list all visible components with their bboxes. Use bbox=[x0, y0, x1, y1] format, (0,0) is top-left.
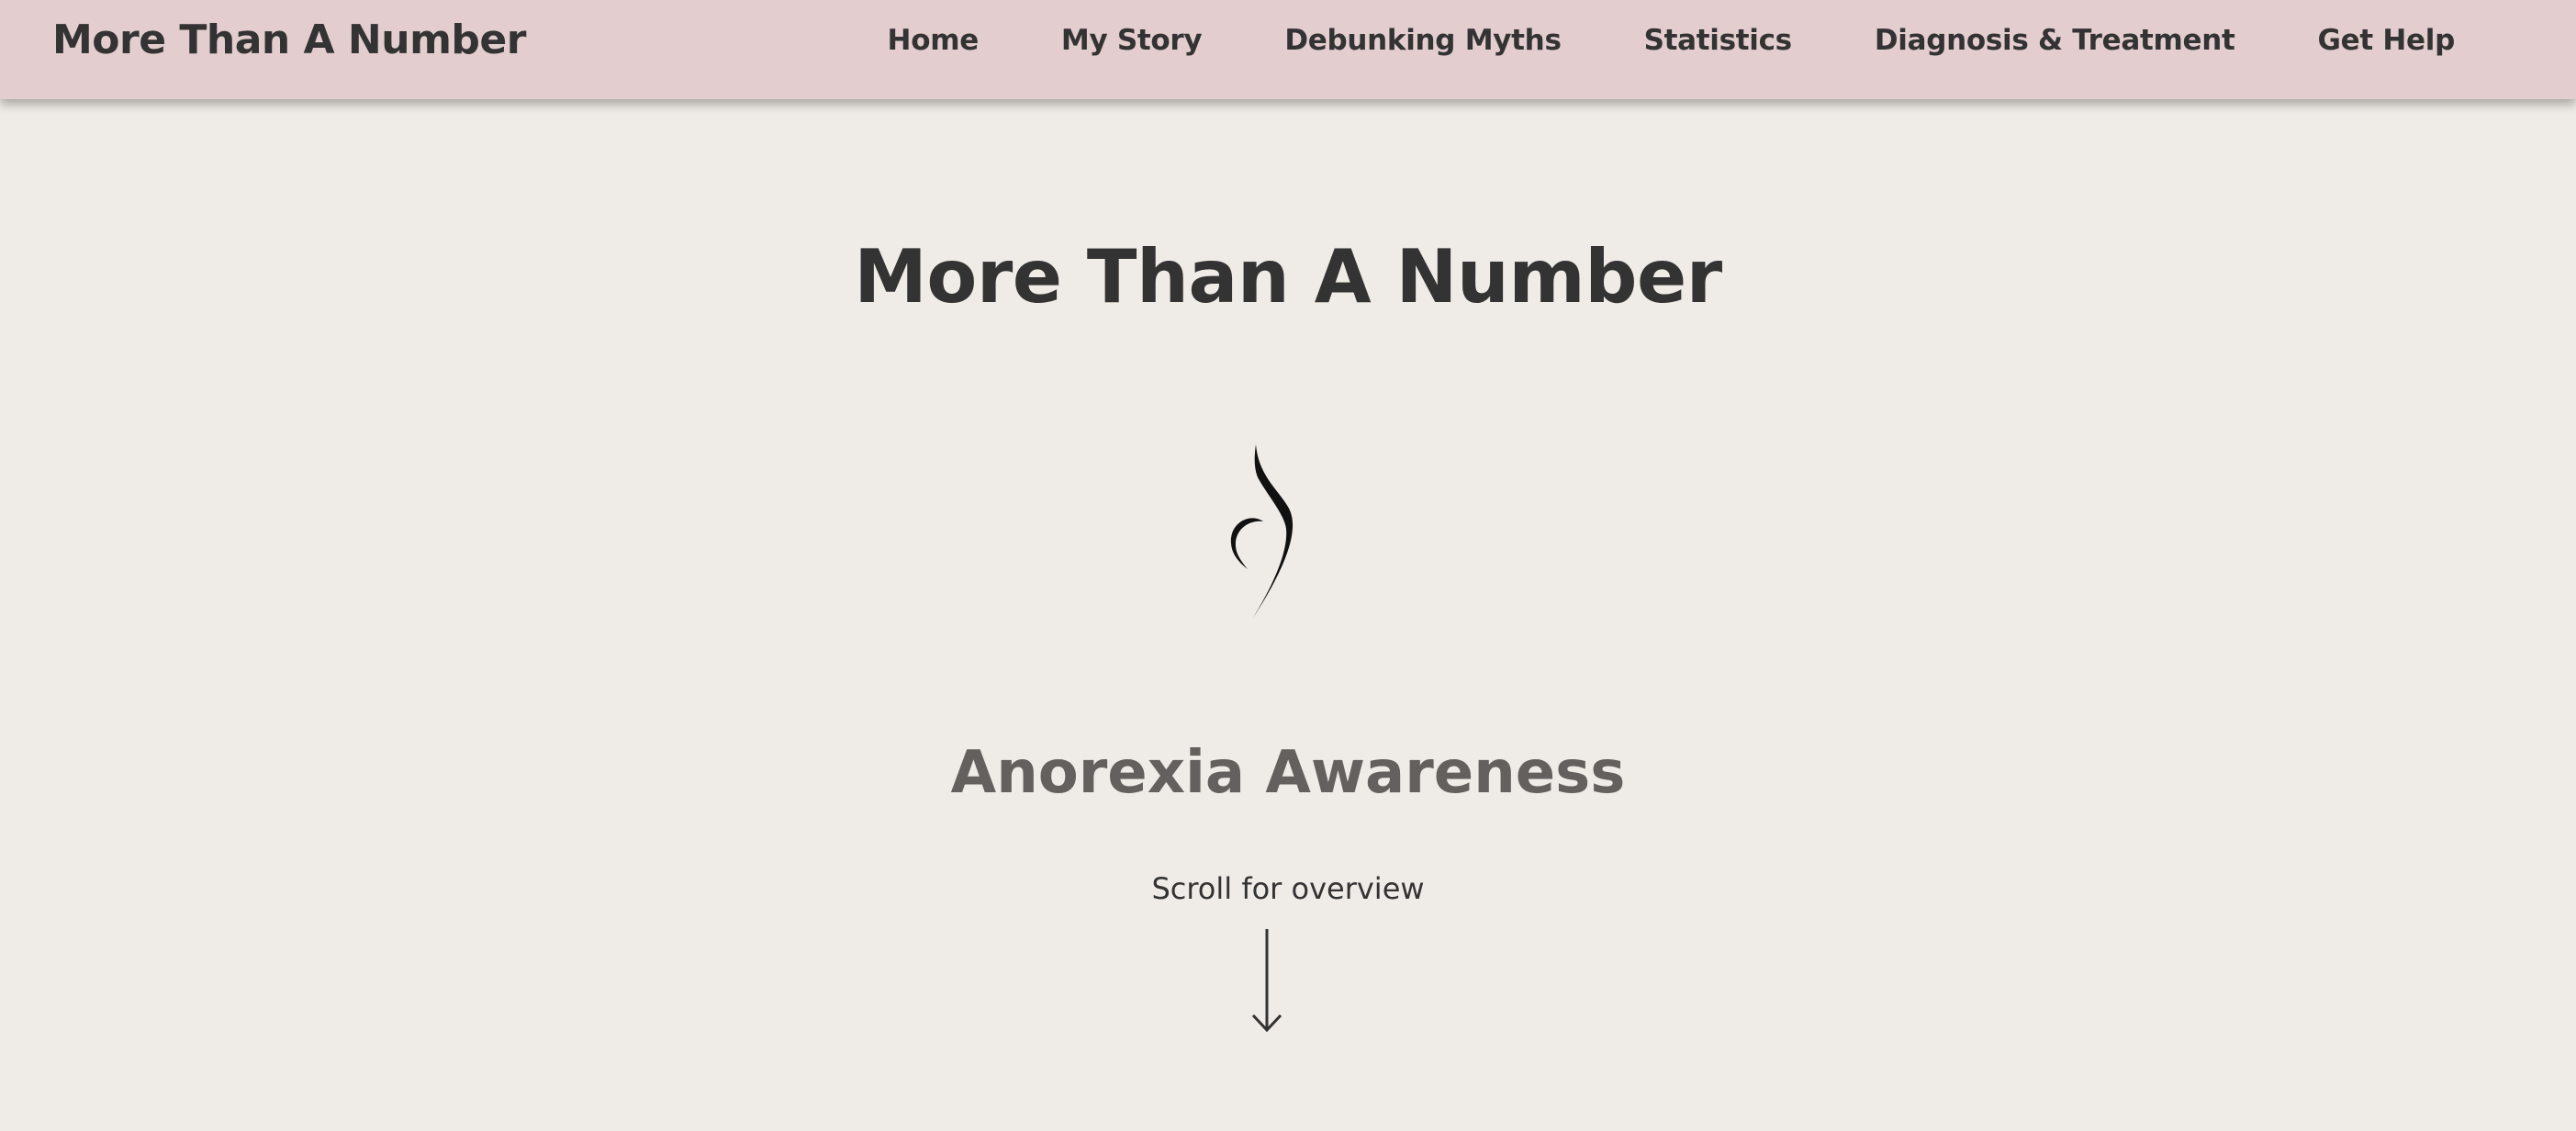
nav-link-my-story[interactable]: My Story bbox=[1061, 24, 1203, 57]
arrow-down-icon[interactable] bbox=[1250, 929, 1283, 1036]
nav-link-diagnosis-treatment[interactable]: Diagnosis & Treatment bbox=[1875, 24, 2235, 57]
hero-section: More Than A Number Anorexia Awareness Sc… bbox=[0, 99, 2576, 1131]
hero-title: More Than A Number bbox=[854, 234, 1722, 319]
top-navbar: More Than A Number Home My Story Debunki… bbox=[0, 0, 2576, 99]
hero-subtitle: Anorexia Awareness bbox=[950, 739, 1626, 807]
brand-logo-link[interactable]: More Than A Number bbox=[52, 13, 526, 68]
nav-link-debunking-myths[interactable]: Debunking Myths bbox=[1284, 24, 1562, 57]
silhouette-logo-icon bbox=[1230, 444, 1294, 618]
scroll-hint-text: Scroll for overview bbox=[1151, 871, 1425, 906]
nav-link-get-help[interactable]: Get Help bbox=[2318, 24, 2456, 57]
nav-menu: Home My Story Debunking Myths Statistics… bbox=[888, 18, 2456, 62]
nav-link-statistics[interactable]: Statistics bbox=[1644, 24, 1793, 57]
nav-link-home[interactable]: Home bbox=[888, 24, 980, 57]
